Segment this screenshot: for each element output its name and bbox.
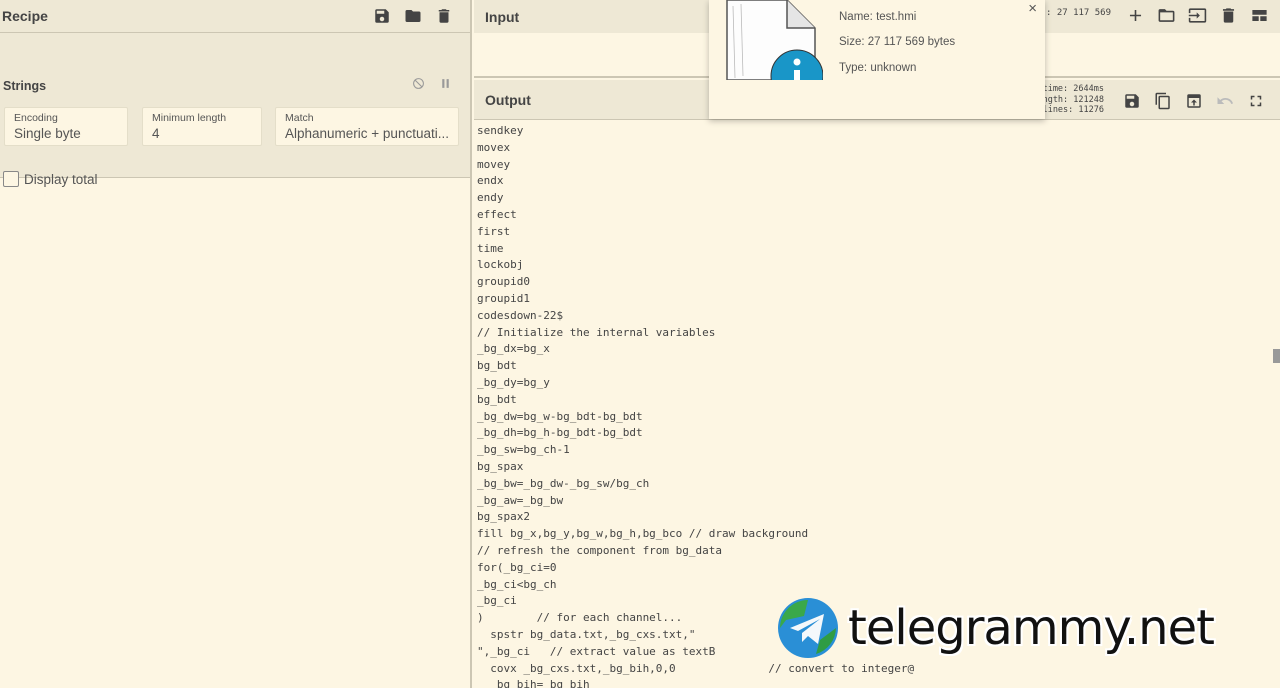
encoding-field[interactable]: Encoding Single byte: [4, 107, 128, 146]
output-line: bg_bdt: [477, 359, 517, 373]
output-line: movex: [477, 140, 511, 154]
minimum-length-value: 4: [152, 126, 160, 141]
strings-operation: Strings Encoding Single byte Minimum len…: [0, 33, 470, 187]
output-line: endy: [477, 191, 504, 205]
output-line: codesdown-22$: [477, 308, 564, 322]
disable-icon: [413, 78, 424, 89]
add-tab-button[interactable]: [1125, 5, 1146, 26]
encoding-label: Encoding: [14, 112, 58, 124]
output-line: bg_spax: [477, 459, 524, 473]
move-to-input-icon: [1186, 93, 1201, 108]
watermark: telegrammy.net: [776, 596, 1215, 660]
replace-input-button[interactable]: [1183, 90, 1204, 111]
output-line: groupid1: [477, 291, 530, 305]
output-line: _bg_bw=_bg_dw-_bg_sw/bg_ch: [477, 476, 650, 490]
plus-icon: [1129, 9, 1142, 22]
encoding-value: Single byte: [14, 126, 81, 141]
output-line: groupid0: [477, 275, 530, 289]
output-line: _bg_dw=bg_w-bg_bdt-bg_bdt: [477, 409, 643, 423]
pause-operation-button[interactable]: [439, 77, 452, 95]
reset-layout-button[interactable]: [1249, 5, 1270, 26]
input-stats: : 27 117 569: [1046, 8, 1112, 18]
match-label: Match: [285, 112, 314, 124]
minimum-length-label: Minimum length: [152, 112, 227, 124]
minimum-length-field[interactable]: Minimum length 4: [142, 107, 262, 146]
open-file-button[interactable]: [1156, 5, 1177, 26]
clear-input-button[interactable]: [1218, 5, 1239, 26]
open-folder-input-button[interactable]: [1187, 5, 1208, 26]
output-line: sendkey: [477, 124, 524, 137]
display-total-option[interactable]: Display total: [3, 171, 98, 187]
save-output-button[interactable]: [1121, 90, 1142, 111]
clear-recipe-button[interactable]: [433, 6, 454, 27]
watermark-text: telegrammy.net: [848, 600, 1215, 656]
copy-icon: [1155, 92, 1170, 109]
input-import-icon: [1188, 8, 1207, 23]
output-line: first: [477, 224, 511, 238]
output-line: _bg_dy=bg_y: [477, 375, 550, 389]
save-icon: [374, 9, 389, 23]
save-recipe-button[interactable]: [371, 6, 392, 27]
output-line: fill bg_x,bg_y,bg_w,bg_h,bg_bco // draw …: [477, 527, 809, 541]
recipe-pane: Recipe Strings Encoding Single byte Mini…: [0, 0, 472, 688]
output-line: covx _bg_cxs.txt,_bg_bih,0,0 // convert …: [477, 661, 915, 675]
undo-icon: [1217, 96, 1233, 104]
folder-icon: [405, 10, 420, 22]
output-title: Output: [485, 91, 531, 108]
match-value: Alphanumeric + punctuati...: [285, 126, 449, 141]
output-line: bg_spax2: [477, 510, 530, 524]
undo-button[interactable]: [1214, 90, 1235, 111]
file-document-icon: [723, 0, 823, 80]
display-total-checkbox[interactable]: [3, 171, 19, 187]
pause-icon: [442, 79, 449, 88]
close-popup-button[interactable]: ×: [1028, 0, 1037, 17]
recipe-header: Recipe: [0, 0, 470, 33]
trash-icon: [1222, 8, 1235, 23]
output-line: _bg_sw=bg_ch-1: [477, 443, 570, 457]
output-scrollbar[interactable]: [1273, 349, 1280, 363]
output-line: _bg_dh=bg_h-bg_bdt-bg_bdt: [477, 426, 643, 440]
folder-open-icon: [1158, 9, 1175, 22]
recipe-title: Recipe: [2, 8, 48, 24]
output-line: for(_bg_ci=0: [477, 560, 557, 574]
fullscreen-icon: [1250, 95, 1261, 106]
output-line: _bg_aw=_bg_bw: [477, 493, 564, 507]
maximise-output-button[interactable]: [1245, 90, 1266, 111]
output-line: bg_bdt: [477, 392, 517, 406]
output-line: // refresh the component from bg_data: [477, 543, 723, 557]
match-field[interactable]: Match Alphanumeric + punctuati...: [275, 107, 459, 146]
output-line: movey: [477, 157, 511, 171]
load-recipe-button[interactable]: [402, 6, 423, 27]
output-line: endx: [477, 174, 504, 188]
operation-title: Strings: [3, 79, 47, 93]
output-line: _bg_ci<bg_ch: [477, 577, 557, 591]
output-line: _bg_dx=bg_x: [477, 342, 550, 356]
output-line: _bg_bih=_bg_bih: [477, 678, 590, 688]
save-icon: [1124, 93, 1139, 108]
file-size: Size: 27 117 569 bytes: [839, 36, 956, 48]
input-title: Input: [485, 8, 520, 25]
file-name: Name: test.hmi: [839, 11, 917, 23]
telegram-logo-icon: [778, 598, 838, 658]
output-line: lockobj: [477, 258, 524, 272]
copy-output-button[interactable]: [1152, 90, 1173, 111]
output-line: time: [477, 241, 504, 255]
disable-operation-button[interactable]: [412, 77, 425, 95]
file-type: Type: unknown: [839, 62, 917, 74]
output-line: // Initialize the internal variables: [477, 325, 716, 339]
layout-icon: [1252, 9, 1267, 22]
output-line: effect: [477, 207, 517, 221]
file-details-popup: Name: test.hmi Size: 27 117 569 bytes Ty…: [709, 0, 1045, 119]
trash-icon: [438, 9, 449, 23]
display-total-label: Display total: [24, 171, 98, 187]
